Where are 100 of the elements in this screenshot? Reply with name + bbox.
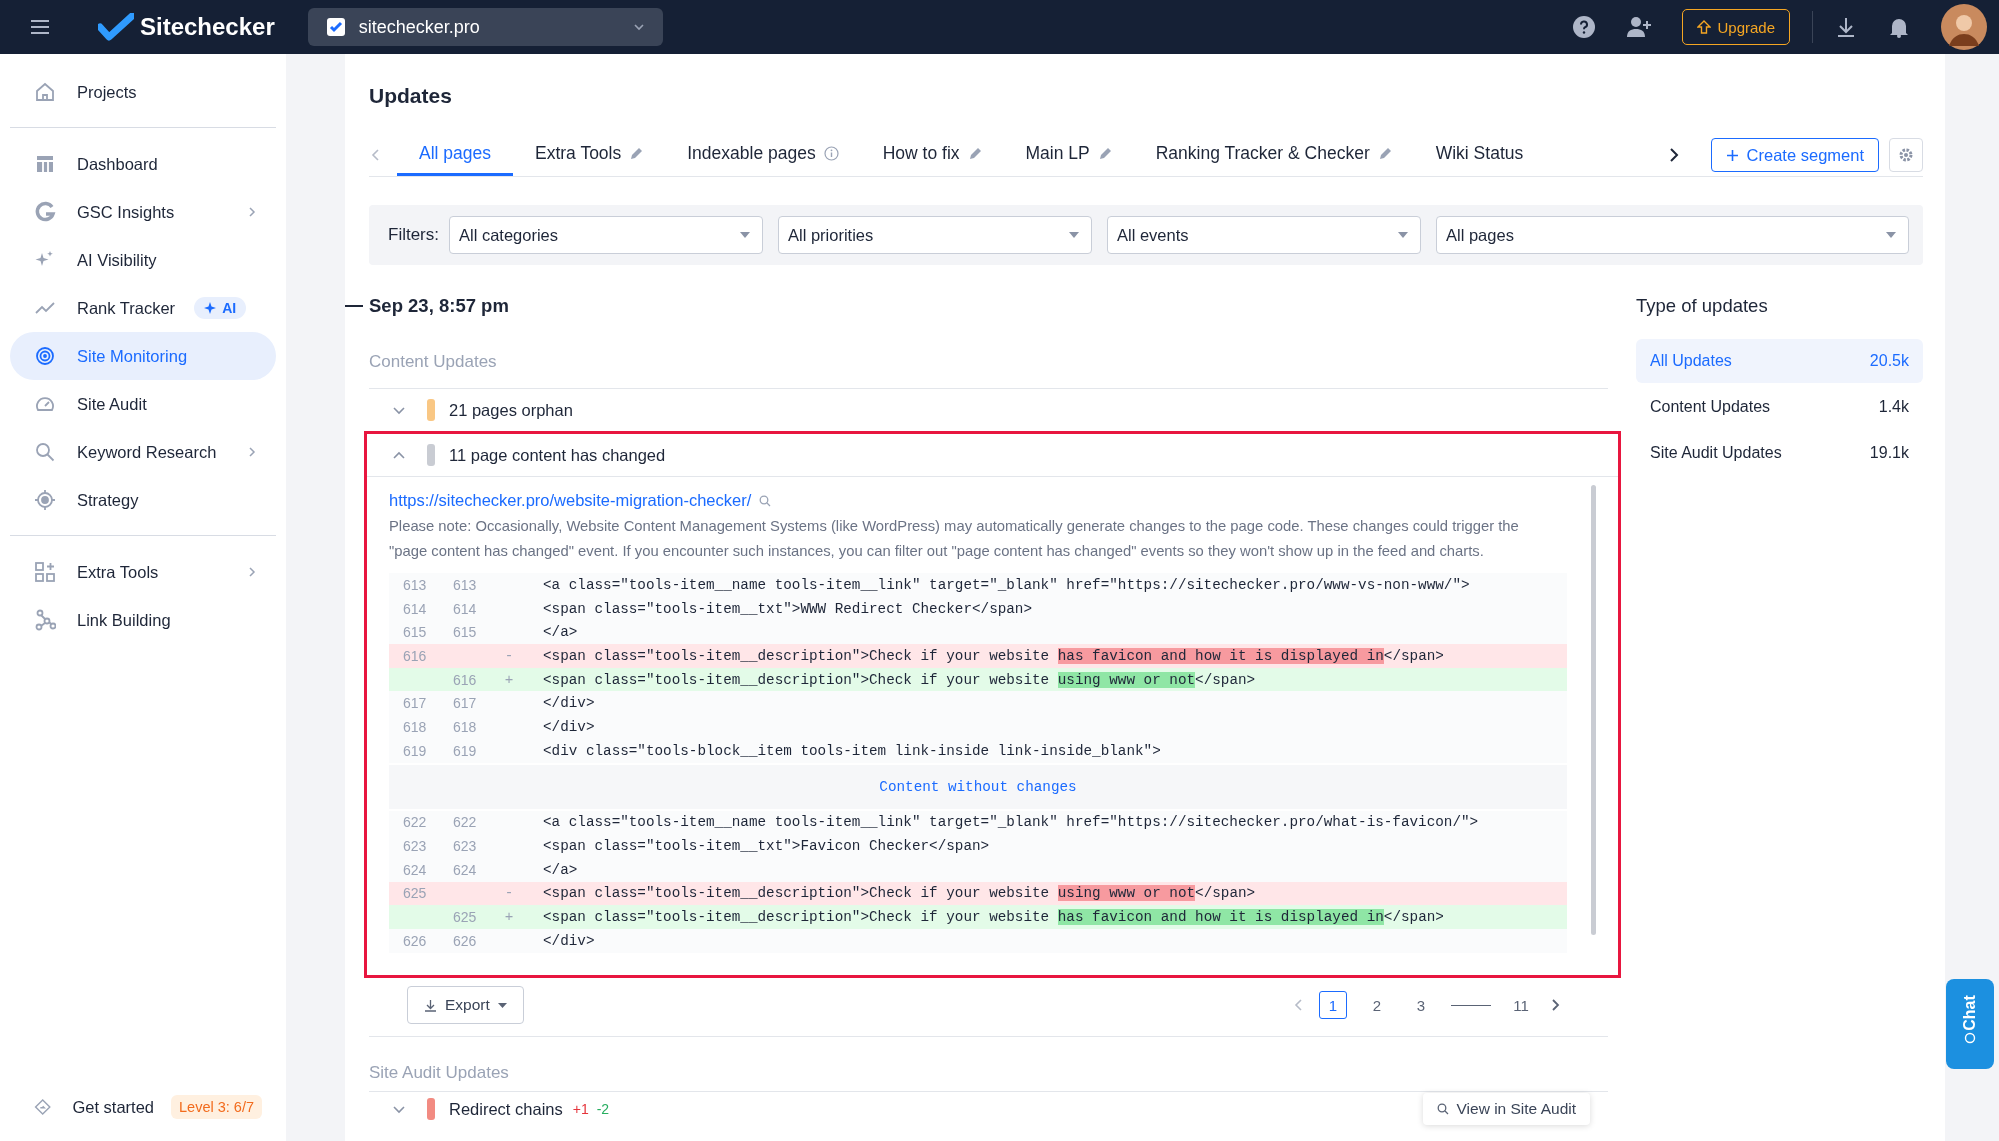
- sidebar-item[interactable]: Site Audit: [10, 380, 276, 428]
- sidebar-item[interactable]: Rank Tracker AI: [10, 284, 276, 332]
- create-segment-button[interactable]: Create segment: [1710, 138, 1879, 172]
- sidebar-item[interactable]: Dashboard: [10, 140, 276, 188]
- update-title: 11 page content has changed: [449, 445, 666, 465]
- g-logo-icon: [34, 201, 56, 223]
- page-link[interactable]: https://sitechecker.pro/website-migration-checker/: [389, 491, 752, 510]
- nodes-icon: [34, 609, 56, 631]
- update-type-item[interactable]: All Updates 20.5k: [1636, 339, 1923, 383]
- checkmark-logo-icon: [98, 13, 134, 41]
- help-icon[interactable]: [1572, 15, 1597, 39]
- scrollbar[interactable]: [1591, 485, 1596, 935]
- arrow-up-icon: [1697, 20, 1712, 34]
- tab[interactable]: How to fix: [860, 134, 1004, 176]
- page-gap-line: [1451, 1004, 1491, 1006]
- code-text: </a>: [543, 861, 578, 878]
- section-title: Content Updates: [369, 352, 1608, 389]
- code-text: </div>: [543, 718, 595, 735]
- line-number: 623: [403, 838, 427, 855]
- code-text: <span class="tools-item__description">Check if your website using www or not</span>: [543, 671, 1256, 688]
- collapsed-lines-link[interactable]: Content without changes: [389, 764, 1567, 809]
- avatar[interactable]: [1941, 4, 1987, 50]
- caret-icon: [1398, 232, 1408, 238]
- sidebar-item[interactable]: Extra Tools: [10, 548, 276, 596]
- info-icon: [823, 146, 839, 161]
- export-button[interactable]: Export: [407, 986, 524, 1024]
- tab[interactable]: Main LP: [1003, 134, 1134, 176]
- update-type-item[interactable]: Site Audit Updates 19.1k: [1636, 431, 1923, 475]
- add-user-icon[interactable]: [1626, 16, 1653, 38]
- download-icon[interactable]: [1835, 16, 1857, 38]
- upgrade-button[interactable]: Upgrade: [1682, 9, 1790, 45]
- code-text: </div>: [543, 695, 595, 712]
- code-text: <span class="tools-item__description">Check if your website has favicon and how it is displayed in</span>: [543, 647, 1444, 664]
- code-text: <div class="tools-block__item tools-item link-inside link-inside_blank">: [543, 742, 1161, 759]
- squares-plus-icon: [34, 561, 56, 583]
- line-number: 626: [453, 932, 477, 949]
- pencil-icon: [967, 146, 982, 161]
- filters-label: Filters:: [388, 225, 439, 245]
- tab[interactable]: All pages: [397, 134, 513, 176]
- line-number: 622: [453, 814, 477, 831]
- menu-icon[interactable]: [30, 19, 50, 35]
- filter-dropdown[interactable]: All priorities: [778, 216, 1092, 254]
- pencil-icon: [629, 146, 644, 161]
- tab[interactable]: Indexable pages: [665, 134, 861, 176]
- line-number: 616: [453, 671, 477, 688]
- line-number: 622: [403, 814, 427, 831]
- update-title: 21 pages orphan: [449, 400, 573, 420]
- filter-dropdown[interactable]: All events: [1107, 216, 1421, 254]
- page-button[interactable]: 2: [1363, 991, 1391, 1019]
- badge-text: AI: [222, 300, 237, 316]
- page-title: Updates: [369, 84, 453, 108]
- diff-sign: +: [504, 909, 514, 926]
- line-number: 613: [403, 576, 427, 593]
- sidebar-item[interactable]: Projects: [10, 68, 276, 116]
- sidebar-item[interactable]: AI Visibility: [10, 236, 276, 284]
- sidebar-item[interactable]: Site Monitoring: [10, 332, 276, 380]
- line-number: 625: [453, 909, 477, 926]
- settings-button[interactable]: [1889, 138, 1923, 172]
- house-icon: [34, 81, 56, 103]
- project-select[interactable]: sitechecker.pro: [307, 8, 663, 46]
- chevron-right-icon[interactable]: [1551, 998, 1560, 1012]
- chevron-right-icon: [248, 566, 256, 578]
- view-in-site-audit-button[interactable]: View in Site Audit: [1422, 1093, 1590, 1125]
- line-number: 617: [453, 695, 477, 712]
- line-number: 613: [453, 576, 477, 593]
- sparkle-icon: [204, 302, 217, 314]
- code-text: <span class="tools-item__description">Check if your website using www or not</span>: [543, 885, 1256, 902]
- page-button[interactable]: 3: [1407, 991, 1435, 1019]
- page-button[interactable]: 1: [1319, 991, 1347, 1019]
- caret-icon: [497, 1002, 507, 1008]
- sidebar-item[interactable]: Link Building: [10, 596, 276, 644]
- diamond-arrow-icon: [34, 1096, 52, 1118]
- tab[interactable]: Wiki Status: [1413, 134, 1546, 176]
- page-button[interactable]: 11: [1507, 991, 1535, 1019]
- code-text: <span class="tools-item__txt">WWW Redirect Checker</span>: [543, 600, 1033, 617]
- target-icon: [34, 489, 56, 511]
- sidebar-item[interactable]: Keyword Research: [10, 428, 276, 476]
- chevron-right-icon[interactable]: [1668, 147, 1679, 163]
- chevron-right-icon: [248, 446, 256, 458]
- tab[interactable]: Ranking Tracker & Checker: [1133, 134, 1414, 176]
- diff-sign: -: [504, 647, 514, 664]
- line-number: 626: [403, 932, 427, 949]
- sidebar-item[interactable]: Strategy: [10, 476, 276, 524]
- line-number: 617: [403, 695, 427, 712]
- code-text: <span class="tools-item__txt">Favicon Checker</span>: [543, 838, 990, 855]
- get-started-item[interactable]: Get started Level 3: 6/7: [10, 1083, 276, 1131]
- brand-name: Sitechecker: [140, 13, 275, 41]
- code-text: <a class="tools-item__name tools-item__link" target="_blank" href="https://sitechecker.pro/what-is-favicon/">: [543, 814, 1479, 831]
- sidebar-item[interactable]: GSC Insights: [10, 188, 276, 236]
- update-type-item[interactable]: Content Updates 1.4k: [1636, 385, 1923, 429]
- filter-dropdown[interactable]: All pages: [1436, 216, 1909, 254]
- filter-dropdown[interactable]: All categories: [449, 216, 763, 254]
- removed-count: -2: [596, 1101, 610, 1117]
- tab[interactable]: Extra Tools: [513, 134, 666, 176]
- code-text: <span class="tools-item__description">Check if your website has favicon and how it is displayed in</span>: [543, 909, 1444, 926]
- code-text: </a>: [543, 624, 578, 641]
- pencil-icon: [1377, 146, 1392, 161]
- pencil-icon: [1097, 146, 1112, 161]
- line-number: 624: [403, 861, 427, 878]
- line-number: 619: [403, 742, 427, 759]
